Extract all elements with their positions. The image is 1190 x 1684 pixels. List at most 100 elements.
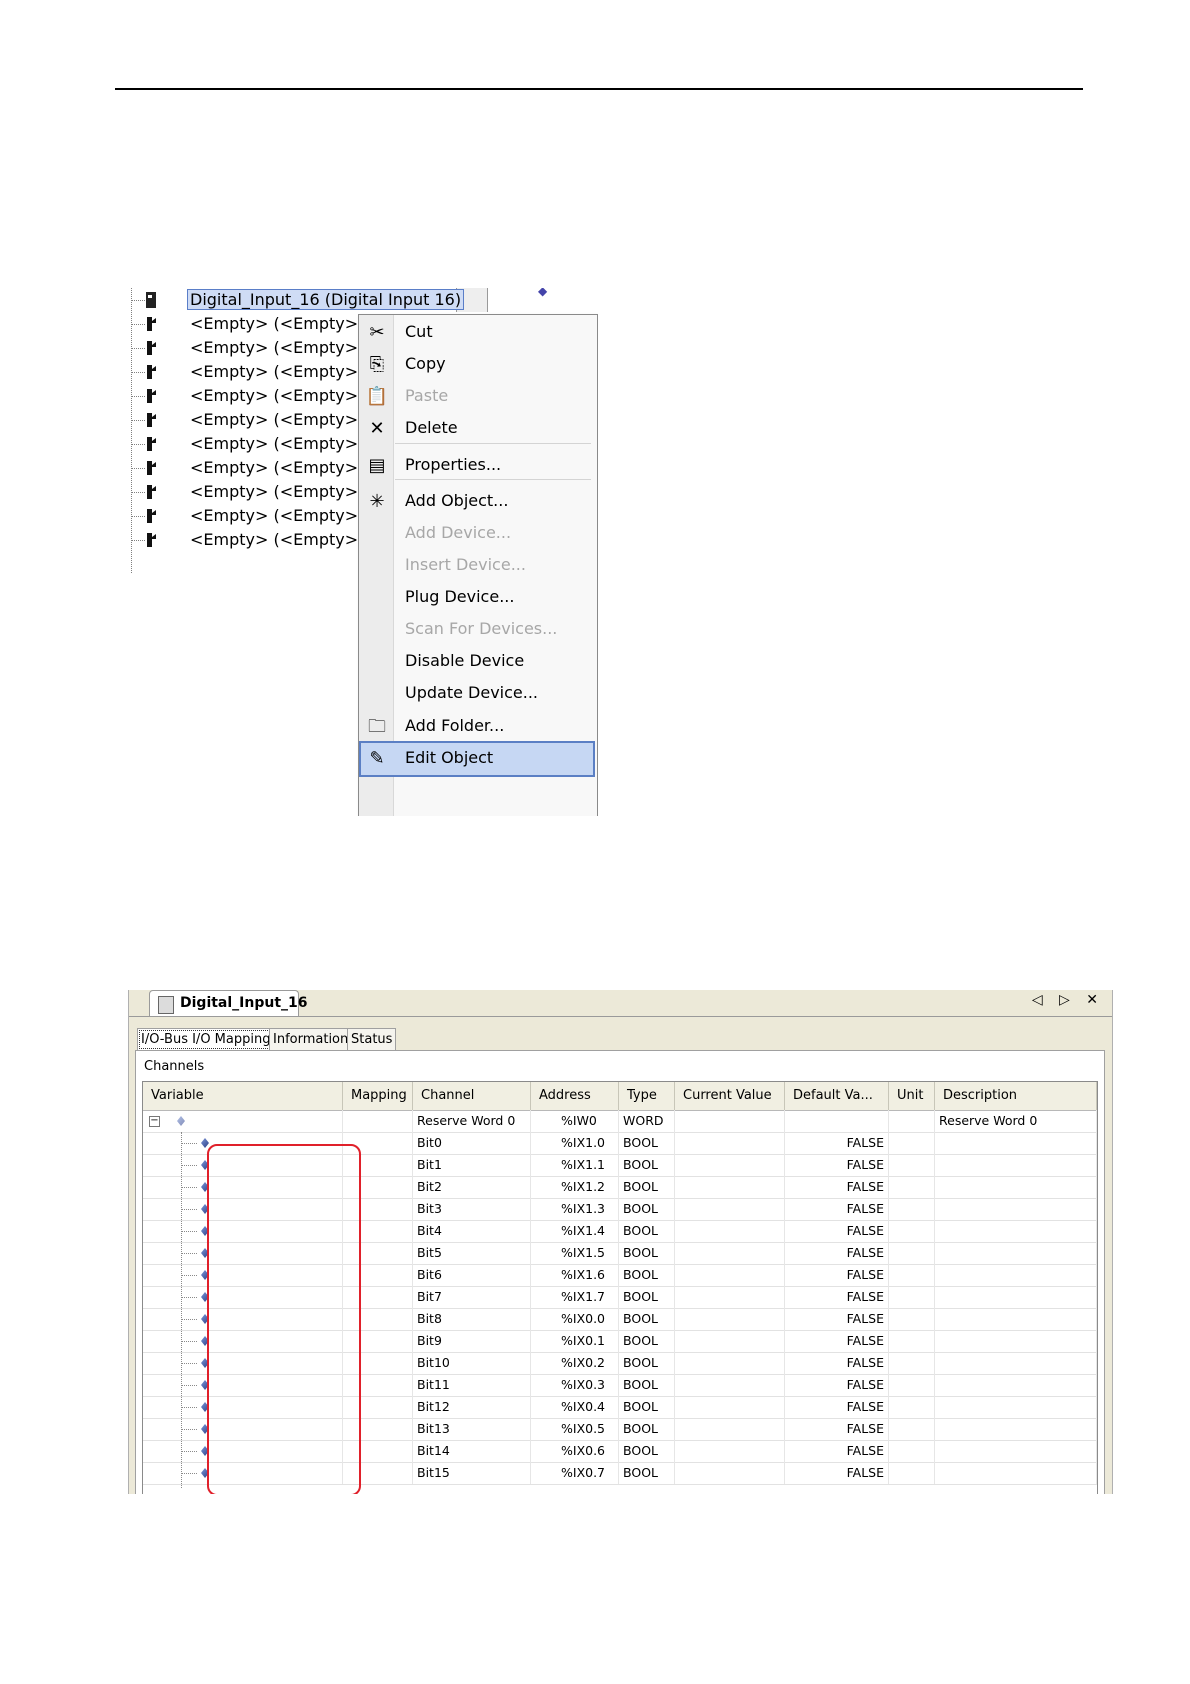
menu-item-label: Update Device... xyxy=(405,683,539,702)
cell-address: %IX0.3 xyxy=(531,1374,619,1396)
menu-item-plug-device[interactable]: Plug Device... xyxy=(361,582,593,614)
cell-address: %IX1.0 xyxy=(531,1132,619,1154)
menu-item-label: Copy xyxy=(405,354,446,373)
cell-description xyxy=(935,1374,1097,1396)
col-address[interactable]: Address xyxy=(531,1082,619,1110)
cell-default-value[interactable]: FALSE xyxy=(785,1132,889,1154)
cell-default-value[interactable]: FALSE xyxy=(785,1440,889,1462)
cell-address: %IX0.0 xyxy=(531,1308,619,1330)
cell-type: BOOL xyxy=(619,1440,675,1462)
cell-description xyxy=(935,1418,1097,1440)
menu-item-delete[interactable]: ✕ Delete xyxy=(361,413,593,445)
cell-default-value[interactable]: FALSE xyxy=(785,1242,889,1264)
cell-unit xyxy=(889,1220,935,1242)
col-mapping[interactable]: Mapping xyxy=(343,1082,413,1110)
folder-icon: 🗀 xyxy=(368,716,386,737)
cell-default-value[interactable]: FALSE xyxy=(785,1352,889,1374)
col-description[interactable]: Description xyxy=(935,1082,1097,1110)
cell-current-value xyxy=(675,1374,785,1396)
cell-default-value[interactable]: FALSE xyxy=(785,1418,889,1440)
cell-type: BOOL xyxy=(619,1264,675,1286)
table-row-reserve-word[interactable]: − Reserve Word 0 %IW0 WORD Reserve Word … xyxy=(143,1110,1097,1133)
window-controls[interactable]: ◁ ▷ ✕ xyxy=(1032,992,1104,1008)
cell-unit xyxy=(889,1132,935,1154)
cell-channel: Bit3 xyxy=(413,1198,531,1220)
cell-description xyxy=(935,1176,1097,1198)
cell-type: BOOL xyxy=(619,1198,675,1220)
tree-node-label: Digital_Input_16 (Digital Input 16) xyxy=(186,289,465,310)
tree-node-label: <Empty> (<Empty>) xyxy=(190,506,365,525)
menu-item-update-device[interactable]: Update Device... xyxy=(361,678,593,710)
tab-io-bus-io-mapping[interactable]: I/O-Bus I/O Mapping xyxy=(137,1028,275,1051)
cell-default-value[interactable]: FALSE xyxy=(785,1308,889,1330)
tab-status[interactable]: Status xyxy=(347,1028,397,1051)
cell-default-value[interactable]: FALSE xyxy=(785,1462,889,1484)
menu-item-properties[interactable]: ▤ Properties... xyxy=(361,450,593,482)
empty-slot-icon xyxy=(144,339,160,357)
cell-type: BOOL xyxy=(619,1154,675,1176)
cell-type: BOOL xyxy=(619,1330,675,1352)
tree-node-label: <Empty> (<Empty>) xyxy=(190,314,365,333)
menu-item-add-object[interactable]: ✳ Add Object... xyxy=(361,486,593,518)
io-mapping-editor: Digital_Input_16 ◁ ▷ ✕ I/O-Bus I/O Mappi… xyxy=(128,990,1113,1494)
scissors-icon: ✂ xyxy=(369,322,385,343)
cell-address: %IX1.1 xyxy=(531,1154,619,1176)
cell-type: BOOL xyxy=(619,1374,675,1396)
cell-address: %IX0.5 xyxy=(531,1418,619,1440)
menu-item-label: Cut xyxy=(405,322,433,341)
cell-address: %IX0.2 xyxy=(531,1352,619,1374)
cell-default-value[interactable]: FALSE xyxy=(785,1374,889,1396)
cell-default-value[interactable]: FALSE xyxy=(785,1176,889,1198)
menu-item-edit-object[interactable]: ✎ Edit Object xyxy=(359,741,595,777)
cell-address: %IX1.5 xyxy=(531,1242,619,1264)
col-channel[interactable]: Channel xyxy=(413,1082,531,1110)
cell-description: Reserve Word 0 xyxy=(935,1110,1097,1132)
cell-default-value[interactable]: FALSE xyxy=(785,1396,889,1418)
menu-item-label: Add Object... xyxy=(405,491,509,510)
tab-information[interactable]: Information xyxy=(269,1028,353,1051)
menu-item-copy[interactable]: ⎘ Copy xyxy=(361,349,593,381)
cell-channel: Bit11 xyxy=(413,1374,531,1396)
menu-item-cut[interactable]: ✂ Cut xyxy=(361,317,593,349)
menu-item-label: Properties... xyxy=(405,455,502,474)
cell-address: %IX0.7 xyxy=(531,1462,619,1484)
cell-description xyxy=(935,1286,1097,1308)
cell-unit xyxy=(889,1154,935,1176)
cell-default-value[interactable]: FALSE xyxy=(785,1286,889,1308)
tree-node-label: <Empty> (<Empty>) xyxy=(190,338,365,357)
cell-address: %IX1.7 xyxy=(531,1286,619,1308)
tree-node-digital-input-16[interactable]: Digital_Input_16 (Digital Input 16) xyxy=(128,288,465,312)
empty-slot-icon xyxy=(144,507,160,525)
document-tab-title: Digital_Input_16 xyxy=(180,995,308,1011)
cell-channel: Reserve Word 0 xyxy=(413,1110,531,1132)
col-default-value[interactable]: Default Va... xyxy=(785,1082,889,1110)
menu-item-disable-device[interactable]: Disable Device xyxy=(361,646,593,678)
cell-channel: Bit12 xyxy=(413,1396,531,1418)
cell-default-value[interactable]: FALSE xyxy=(785,1220,889,1242)
cell-default-value[interactable]: FALSE xyxy=(785,1154,889,1176)
cell-current-value xyxy=(675,1440,785,1462)
col-unit[interactable]: Unit xyxy=(889,1082,935,1110)
device-tree-screenshot: ◆ Digital_Input_16 (Digital Input 16) <Em… xyxy=(128,288,598,816)
cell-default-value[interactable]: FALSE xyxy=(785,1264,889,1286)
col-current-value[interactable]: Current Value xyxy=(675,1082,785,1110)
cell-channel: Bit14 xyxy=(413,1440,531,1462)
cell-description xyxy=(935,1396,1097,1418)
col-type[interactable]: Type xyxy=(619,1082,675,1110)
menu-item-label: Insert Device... xyxy=(405,555,526,574)
cell-channel: Bit9 xyxy=(413,1330,531,1352)
cell-default-value[interactable]: FALSE xyxy=(785,1198,889,1220)
cell-type: BOOL xyxy=(619,1396,675,1418)
col-variable[interactable]: Variable xyxy=(143,1082,343,1110)
cell-address: %IX1.2 xyxy=(531,1176,619,1198)
document-tab[interactable]: Digital_Input_16 xyxy=(149,990,308,1017)
cell-channel: Bit1 xyxy=(413,1154,531,1176)
menu-item-label: Paste xyxy=(405,386,449,405)
menu-item-add-folder[interactable]: 🗀 Add Folder... xyxy=(361,711,593,743)
cell-channel: Bit10 xyxy=(413,1352,531,1374)
menu-item-label: Plug Device... xyxy=(405,587,515,606)
properties-icon: ▤ xyxy=(368,455,386,476)
empty-slot-icon xyxy=(144,459,160,477)
cell-address: %IX0.1 xyxy=(531,1330,619,1352)
cell-default-value[interactable]: FALSE xyxy=(785,1330,889,1352)
